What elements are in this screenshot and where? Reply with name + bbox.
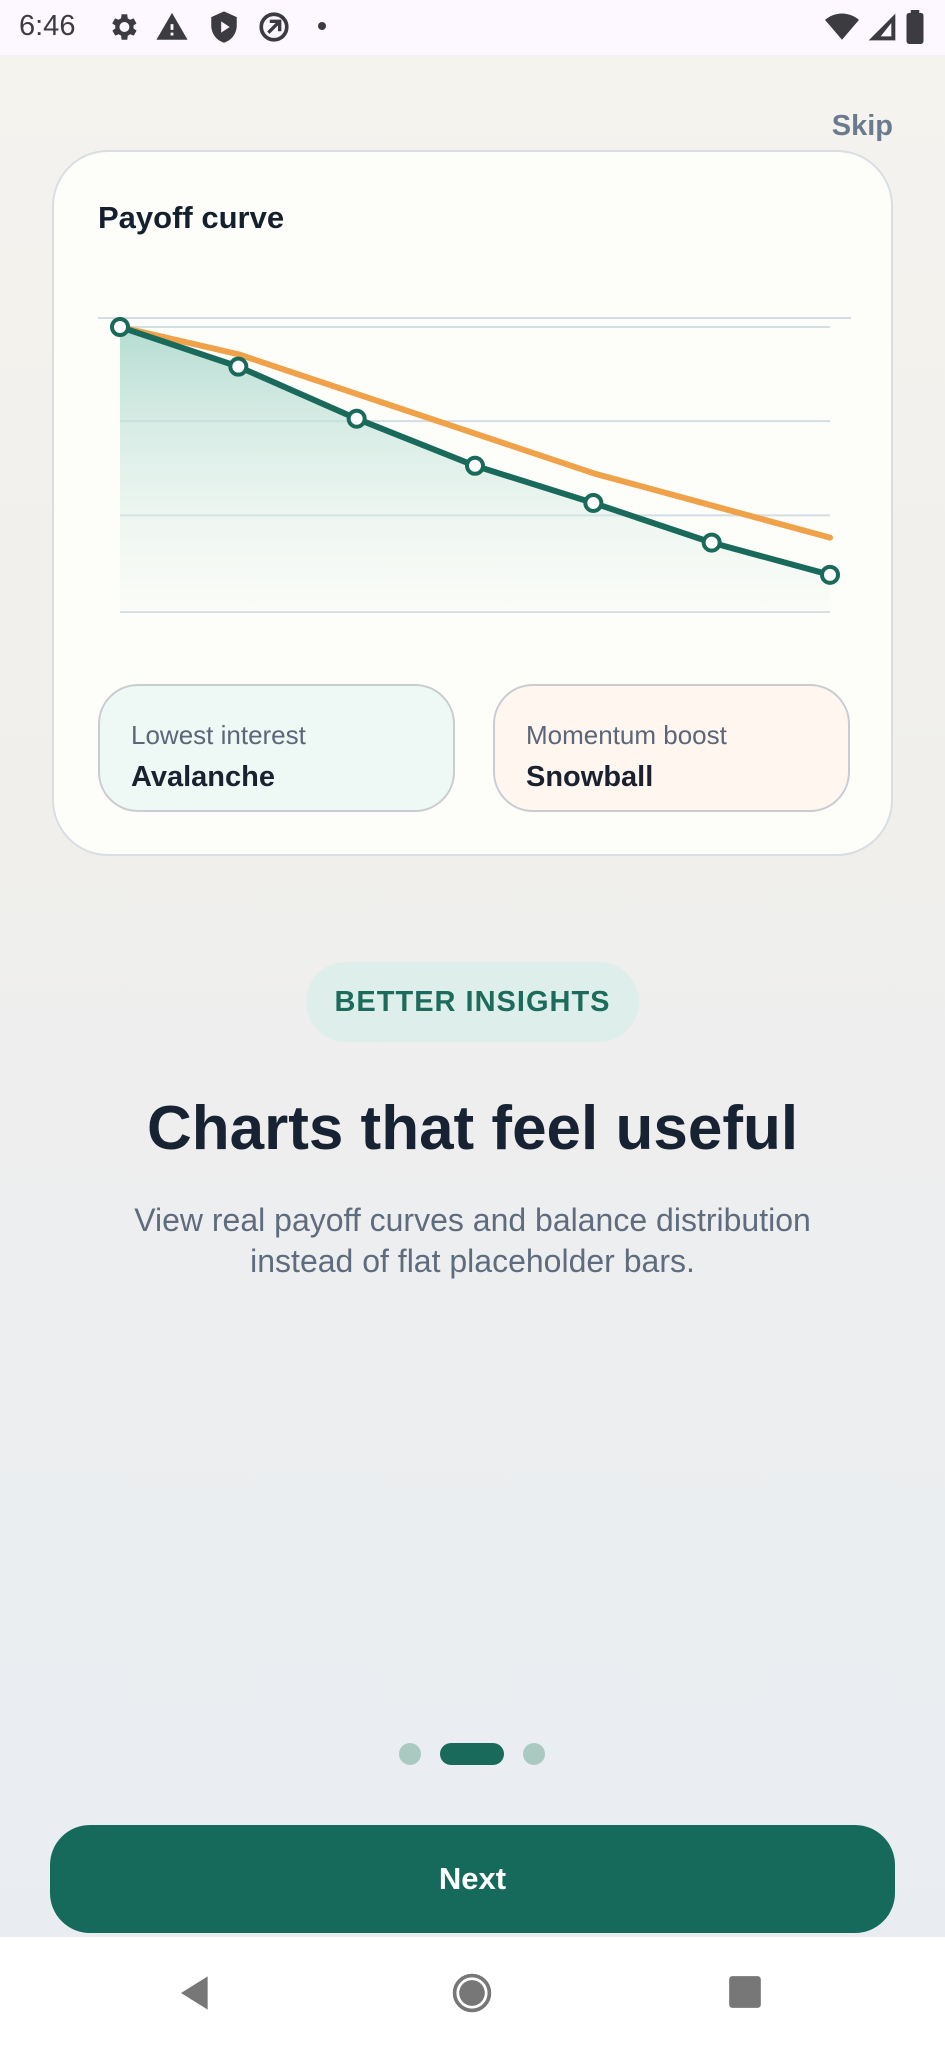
stat-value: Avalanche: [131, 761, 275, 793]
next-button[interactable]: Next: [50, 1825, 895, 1933]
stat-card-snowball: Momentum boost Snowball: [493, 684, 850, 812]
data-point: [228, 356, 249, 377]
stat-label: Momentum boost: [526, 720, 727, 750]
description: View real payoff curves and balance dist…: [134, 1202, 811, 1279]
back-icon[interactable]: [176, 1973, 216, 2013]
page-dot-2[interactable]: [440, 1743, 504, 1765]
data-point: [583, 492, 604, 513]
stat-value: Snowball: [526, 761, 654, 793]
section-badge: BETTER INSIGHTS: [306, 962, 639, 1042]
sync-off-icon: [259, 12, 289, 42]
data-point: [465, 455, 485, 476]
stat-label: Lowest interest: [131, 720, 306, 750]
battery-icon: [906, 10, 924, 44]
settings-icon: [112, 14, 137, 40]
page-dot-1[interactable]: [399, 1743, 421, 1765]
status-time: 6:46: [19, 10, 76, 42]
home-icon[interactable]: [450, 1971, 494, 2015]
data-point: [701, 532, 722, 553]
recents-icon[interactable]: [726, 1973, 764, 2011]
dot-icon: [318, 22, 326, 30]
stat-card-avalanche: Lowest interest Avalanche: [98, 684, 455, 812]
skip-button[interactable]: Skip: [832, 110, 893, 143]
chart-card: Payoff curve Lowest interest Avalanche M…: [52, 150, 893, 856]
system-nav-bar: [0, 1937, 945, 2048]
signal-icon: [868, 13, 896, 41]
onboarding-screen: Skip Payoff curve Lowest interest Avalan…: [0, 55, 945, 1937]
headline: Charts that feel useful: [146, 1094, 799, 1163]
data-point: [110, 317, 130, 337]
data-point: [346, 408, 367, 429]
shield-icon: [211, 11, 237, 43]
warning-icon: [156, 12, 188, 40]
payoff-chart: [110, 317, 840, 613]
wifi-icon: [825, 13, 859, 40]
status-bar: 6:46: [0, 0, 945, 55]
page-dot-3[interactable]: [523, 1743, 545, 1765]
data-point: [820, 564, 840, 585]
